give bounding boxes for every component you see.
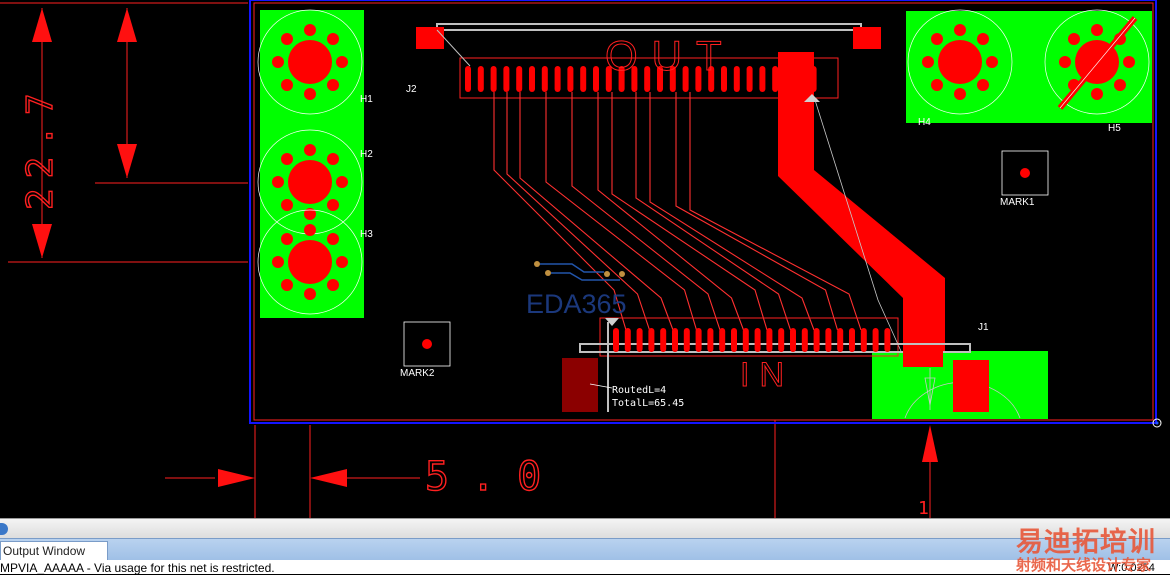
j1-pin[interactable] — [660, 328, 667, 352]
j1-pin[interactable] — [683, 328, 690, 352]
refdes-h4[interactable]: H4 — [918, 117, 931, 128]
j2-pin[interactable] — [490, 66, 497, 92]
connector-j1-pins[interactable] — [613, 328, 891, 352]
refdes-h3[interactable]: H3 — [360, 229, 373, 240]
output-message: MPVIA_AAAAA - Via usage for this net is … — [0, 560, 1170, 574]
refdes-mark2[interactable]: MARK2 — [400, 368, 435, 379]
fiducial-mark1[interactable] — [1001, 150, 1049, 196]
j1-pin[interactable] — [613, 328, 619, 352]
signal-trace[interactable] — [635, 92, 792, 331]
j1-pin[interactable] — [695, 328, 702, 352]
silk-in-label: IN — [740, 356, 794, 394]
refdes-h2[interactable]: H2 — [360, 149, 373, 160]
j2-pin[interactable] — [567, 66, 574, 92]
refdes-h5[interactable]: H5 — [1108, 123, 1121, 134]
j1-pin[interactable] — [766, 328, 773, 352]
j1-pin[interactable] — [837, 328, 844, 352]
j1-pin[interactable] — [636, 328, 643, 352]
refdes-j2[interactable]: J2 — [406, 84, 417, 95]
j2-pin[interactable] — [554, 66, 561, 92]
refdes-j1[interactable]: J1 — [978, 322, 989, 333]
j1-pin[interactable] — [825, 328, 832, 352]
j2-pin[interactable] — [516, 66, 523, 92]
j2-pin[interactable] — [580, 66, 587, 92]
j2-pin[interactable] — [746, 66, 753, 92]
j1-pin[interactable] — [707, 328, 714, 352]
j2-pin[interactable] — [759, 66, 766, 92]
output-window-tab[interactable]: Output Window — [0, 541, 109, 561]
routing-info-total: TotalL=65.45 — [612, 398, 684, 409]
j1-pin[interactable] — [672, 328, 678, 352]
j1-pin[interactable] — [884, 328, 891, 352]
j1-pin[interactable] — [754, 328, 761, 352]
output-tabbar: Output Window — [0, 538, 1170, 561]
j1-pin[interactable] — [719, 328, 726, 352]
j1-pin[interactable] — [648, 328, 655, 352]
dimension-vertical-label: 22.7 — [20, 83, 61, 210]
dimension-small-label: 1 — [918, 498, 929, 518]
refdes-mark1[interactable]: MARK1 — [1000, 197, 1035, 208]
j1-pin[interactable] — [872, 328, 879, 352]
j2-pin[interactable] — [465, 66, 471, 92]
dimension-horizontal-label: 5.0 — [425, 454, 563, 500]
status-strip — [0, 518, 1170, 539]
j2-pin[interactable] — [503, 66, 510, 92]
pcb-canvas[interactable]: 22.7 5.0 1 H1 H2 H3 H4 H5 MARK1 MARK2 OU… — [0, 0, 1170, 518]
j1-pin[interactable] — [813, 328, 820, 352]
j1-pin[interactable] — [742, 328, 749, 352]
j1-pin[interactable] — [849, 328, 855, 352]
j2-pin[interactable] — [772, 66, 779, 92]
eda365-logo-text: EDA365 — [526, 289, 627, 319]
j1-pin[interactable] — [790, 328, 796, 352]
j2-pin[interactable] — [541, 66, 548, 92]
j1-pin[interactable] — [801, 328, 808, 352]
j1-pin[interactable] — [624, 328, 631, 352]
j1-pin[interactable] — [860, 328, 867, 352]
panel-grip-icon[interactable] — [0, 523, 8, 535]
routing-info-routed: RoutedL=4 — [612, 385, 666, 396]
silk-out-label: OUT — [605, 32, 736, 79]
j2-pin[interactable] — [529, 66, 535, 92]
j2-pin[interactable] — [477, 66, 484, 92]
j2-pin[interactable] — [593, 66, 599, 92]
fiducial-mark2[interactable] — [403, 321, 451, 367]
j1-pin[interactable] — [778, 328, 785, 352]
coordinate-readout: W:0.0254 — [1108, 562, 1155, 574]
refdes-h1[interactable]: H1 — [360, 94, 373, 105]
j1-pin[interactable] — [731, 328, 737, 352]
